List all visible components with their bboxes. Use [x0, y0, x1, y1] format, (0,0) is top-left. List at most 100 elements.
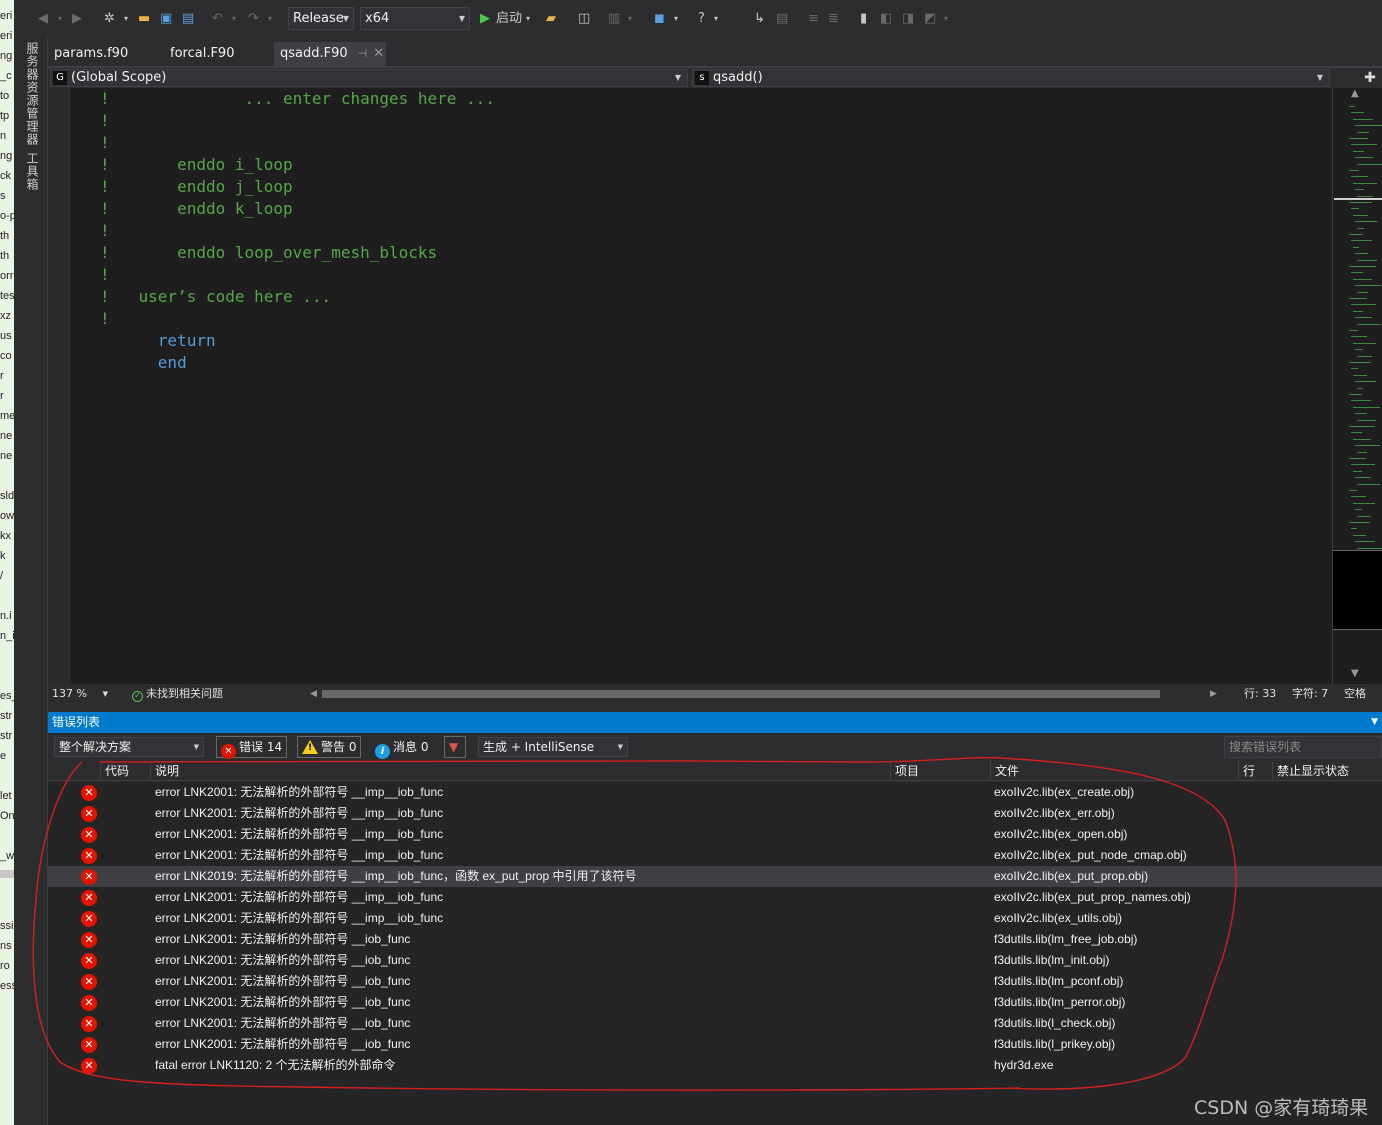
- build-filter-select[interactable]: 生成 + IntelliSense ▼: [478, 737, 628, 757]
- server-explorer-tab[interactable]: 服务器资源管理器: [24, 42, 41, 146]
- code-editor[interactable]: ! ... enter changes here ...!! ! enddo i_…: [48, 88, 1332, 684]
- scope-filter-select[interactable]: 整个解决方案 ▼: [54, 737, 204, 757]
- back-dropdown-icon[interactable]: ▾: [58, 10, 62, 28]
- column-file[interactable]: 文件: [990, 761, 1238, 781]
- errors-filter-button[interactable]: ✕ 错误 14: [216, 736, 288, 759]
- comment-icon[interactable]: ≡: [808, 10, 819, 28]
- platform-select[interactable]: x64 ▼: [360, 7, 470, 30]
- filter-icon[interactable]: ▼: [444, 736, 466, 758]
- bookmark-icon[interactable]: ▮: [860, 10, 867, 28]
- messages-filter-button[interactable]: i 消息 0: [370, 736, 433, 759]
- scope-select[interactable]: G (Global Scope) ▼: [50, 69, 688, 87]
- play-icon[interactable]: ▶: [480, 10, 490, 28]
- new-dropdown-icon[interactable]: ▾: [124, 10, 128, 28]
- zoom-select[interactable]: 137 % ▼: [50, 686, 110, 702]
- error-row[interactable]: ✕ error LNK2001: 无法解析的外部符号 __imp__iob_fun…: [48, 908, 1382, 929]
- tab-qsadd[interactable]: qsadd.F90 ⊣ ✕: [274, 42, 386, 66]
- clear-bookmarks-icon[interactable]: ◩: [924, 10, 936, 28]
- error-row[interactable]: ✕ error LNK2001: 无法解析的外部符号 __imp__iob_fun…: [48, 824, 1382, 845]
- redo-icon[interactable]: ↷: [248, 10, 259, 28]
- column-code[interactable]: 代码: [100, 761, 150, 781]
- minimap-code-mark: [1349, 234, 1363, 235]
- browser-icon[interactable]: ◫: [578, 10, 590, 28]
- save-icon[interactable]: ▣: [160, 10, 172, 28]
- char-indicator[interactable]: 字符: 7: [1292, 684, 1328, 704]
- column-project[interactable]: 项目: [890, 761, 990, 781]
- error-row[interactable]: ✕ error LNK2001: 无法解析的外部符号 __imp__iob_fun…: [48, 803, 1382, 824]
- minimap-viewport[interactable]: [1333, 550, 1382, 630]
- panel-menu-icon[interactable]: ▼: [1371, 712, 1378, 733]
- member-select[interactable]: s qsadd() ▼: [692, 69, 1330, 87]
- tab-params[interactable]: params.f90: [48, 42, 160, 66]
- open-folder-icon[interactable]: ▬: [138, 10, 150, 28]
- layout-dropdown-icon[interactable]: ▾: [628, 10, 632, 28]
- help-icon[interactable]: ?: [698, 10, 705, 28]
- background-text-fragment: _c: [0, 70, 12, 82]
- background-text-fragment: _w: [0, 850, 14, 862]
- background-text-fragment: eri: [0, 10, 13, 22]
- error-row[interactable]: ✕ error LNK2001: 无法解析的外部符号 __iob_func f3du…: [48, 971, 1382, 992]
- minimap-code-mark: [1353, 278, 1372, 280]
- column-line[interactable]: 行: [1238, 761, 1272, 781]
- new-project-icon[interactable]: ✲: [104, 10, 115, 28]
- error-row[interactable]: ✕ error LNK2001: 无法解析的外部符号 __imp__iob_fun…: [48, 845, 1382, 866]
- minimap-code-mark: [1351, 528, 1357, 530]
- issues-indicator[interactable]: ✓ 未找到相关问题: [132, 684, 223, 704]
- whitespace-mode[interactable]: 空格: [1344, 684, 1366, 704]
- error-row[interactable]: ✕ error LNK2001: 无法解析的外部符号 __iob_func f3du…: [48, 992, 1382, 1013]
- back-arrow-icon[interactable]: ◀: [38, 10, 48, 28]
- layout-icon[interactable]: ▥: [608, 10, 620, 28]
- find-in-files-icon[interactable]: ▰: [546, 10, 556, 28]
- code-keyword-line: end: [100, 353, 187, 372]
- warnings-filter-button[interactable]: ! 警告 0: [297, 736, 362, 758]
- tab-forcal[interactable]: forcal.F90: [164, 42, 272, 66]
- pin-icon[interactable]: ⊣: [358, 47, 368, 60]
- error-file: f3dutils.lib(l_check.obj): [994, 1016, 1116, 1030]
- next-bookmark-icon[interactable]: ◨: [902, 10, 914, 28]
- horizontal-scrollbar[interactable]: ◀ ▶: [310, 689, 1220, 699]
- column-suppression[interactable]: 禁止显示状态: [1272, 761, 1382, 781]
- line-indicator[interactable]: 行: 33: [1244, 684, 1276, 704]
- configuration-select[interactable]: Release ▼: [288, 7, 354, 30]
- close-icon[interactable]: ✕: [373, 46, 384, 61]
- scroll-up-icon[interactable]: ▲: [1351, 88, 1359, 99]
- scroll-down-icon[interactable]: ▼: [1351, 668, 1359, 679]
- error-list-title: 错误列表: [52, 715, 101, 729]
- error-row[interactable]: ✕ fatal error LNK1120: 2 个无法解析的外部命令 hydr3d…: [48, 1055, 1382, 1076]
- error-row[interactable]: ✕ error LNK2001: 无法解析的外部符号 __imp__iob_fun…: [48, 782, 1382, 803]
- scroll-right-icon[interactable]: ▶: [1210, 684, 1217, 704]
- minimap-code-mark: [1349, 490, 1357, 491]
- scroll-thumb[interactable]: [322, 690, 1160, 698]
- error-description: error LNK2001: 无法解析的外部符号 __imp__iob_func: [155, 827, 444, 841]
- redo-dropdown-icon[interactable]: ▾: [268, 10, 272, 28]
- error-search-input[interactable]: 搜索错误列表: [1224, 736, 1382, 758]
- split-editor-icon[interactable]: ✚: [1358, 68, 1382, 88]
- error-row[interactable]: ✕ error LNK2001: 无法解析的外部符号 __imp__iob_fun…: [48, 887, 1382, 908]
- error-description: error LNK2001: 无法解析的外部符号 __imp__iob_func: [155, 785, 444, 799]
- save-all-icon[interactable]: ▤: [182, 10, 194, 28]
- prev-bookmark-icon[interactable]: ◧: [880, 10, 892, 28]
- step-into-icon[interactable]: ↳: [754, 10, 765, 28]
- extension-dropdown-icon[interactable]: ▾: [674, 10, 678, 28]
- error-row[interactable]: ✕ error LNK2001: 无法解析的外部符号 __iob_func f3du…: [48, 950, 1382, 971]
- error-file: f3dutils.lib(lm_pconf.obj): [994, 974, 1124, 988]
- toolbox-tab[interactable]: 工具箱: [24, 152, 41, 191]
- error-row[interactable]: ✕ error LNK2001: 无法解析的外部符号 __iob_func f3du…: [48, 1013, 1382, 1034]
- extension-icon[interactable]: ◼: [654, 10, 665, 28]
- start-button[interactable]: 启动: [496, 10, 522, 28]
- forward-arrow-icon[interactable]: ▶: [72, 10, 82, 28]
- undo-icon[interactable]: ↶: [212, 10, 223, 28]
- error-row[interactable]: ✕ error LNK2019: 无法解析的外部符号 __imp__iob_fun…: [48, 866, 1382, 887]
- scroll-left-icon[interactable]: ◀: [310, 684, 317, 704]
- error-icon: ✕: [81, 911, 97, 927]
- error-row[interactable]: ✕ error LNK2001: 无法解析的外部符号 __iob_func f3du…: [48, 929, 1382, 950]
- error-row[interactable]: ✕ error LNK2001: 无法解析的外部符号 __iob_func f3du…: [48, 1034, 1382, 1055]
- step-out-icon[interactable]: ▤: [776, 10, 788, 28]
- toolbar-overflow-icon[interactable]: ▾: [944, 10, 948, 28]
- start-dropdown-icon[interactable]: ▾: [526, 10, 530, 28]
- minimap-scrollbar[interactable]: ▲ ▼: [1332, 88, 1382, 684]
- help-dropdown-icon[interactable]: ▾: [714, 10, 718, 28]
- uncomment-icon[interactable]: ≣: [828, 10, 839, 28]
- column-description[interactable]: 说明: [150, 761, 890, 781]
- undo-dropdown-icon[interactable]: ▾: [232, 10, 236, 28]
